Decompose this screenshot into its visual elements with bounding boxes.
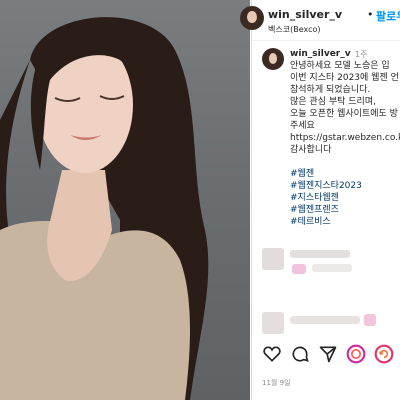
comment-avatar-blur — [262, 312, 284, 334]
hashtag-link[interactable]: #테르비스 — [290, 216, 362, 228]
action-bar — [262, 344, 400, 366]
caption-time: 1주 — [355, 50, 368, 59]
caption-username[interactable]: win_silver_v — [290, 49, 351, 59]
post-header: win_silver_v • 팔로우 벡스코(Bexco) — [240, 0, 400, 41]
comment-text-blur — [290, 250, 350, 258]
caption-line: 오늘 오픈한 웹사이트에도 방 — [290, 109, 398, 119]
follow-button[interactable]: 팔로우 — [376, 8, 400, 24]
post-details-panel: win_silver_v • 팔로우 벡스코(Bexco) win_silver… — [240, 0, 400, 400]
comment-emoji-blur — [364, 314, 376, 326]
comment-text-blur — [290, 316, 360, 324]
separator-dot: • — [367, 8, 374, 21]
heart-icon[interactable] — [262, 344, 282, 364]
comment-avatar-blur — [262, 248, 284, 270]
hashtag-link[interactable]: #웹젠지스타2023 — [290, 180, 362, 192]
header-username[interactable]: win_silver_v — [268, 8, 342, 21]
blurred-comment — [262, 312, 400, 340]
hashtag-list: #웹젠 #웹젠지스타2023 #지스타웹젠 #웹젠프렌즈 #테르비스 — [290, 168, 362, 228]
comment-icon[interactable] — [290, 344, 310, 364]
story-icon[interactable] — [346, 344, 366, 364]
caption-line: 주세요 — [290, 121, 315, 131]
refresh-icon[interactable] — [374, 344, 394, 364]
caption-line: 이번 지스타 2023에 웹젠 언 — [290, 73, 399, 83]
hashtag-link[interactable]: #웹젠프렌즈 — [290, 204, 362, 216]
caption-line: 많은 관심 부탁 드리며, — [290, 97, 376, 107]
caption-avatar[interactable] — [262, 48, 284, 70]
caption-link[interactable]: https://gstar.webzen.co.kr/ — [290, 132, 400, 144]
caption-line: 감사합니다 — [290, 145, 332, 155]
hashtag-link[interactable]: #지스타웹젠 — [290, 192, 362, 204]
comment-meta-blur — [312, 264, 352, 272]
caption-line: 참석하게 되었습니다. — [290, 85, 371, 95]
hashtag-link[interactable]: #웹젠 — [290, 168, 362, 180]
blurred-comment — [262, 246, 400, 274]
caption-text: 안녕하세요 모델 노승은 입 이번 지스타 2023에 웹젠 언 참석하게 되었… — [290, 60, 400, 156]
post-date: 11월 9일 — [262, 379, 291, 387]
caption-line: 안녕하세요 모델 노승은 입 — [290, 61, 390, 71]
location-link[interactable]: 벡스코(Bexco) — [268, 24, 320, 35]
avatar[interactable] — [240, 6, 264, 30]
share-icon[interactable] — [318, 344, 338, 364]
post-photo — [0, 0, 250, 400]
portrait-illustration — [0, 17, 209, 400]
comment-emoji-blur — [292, 264, 306, 274]
